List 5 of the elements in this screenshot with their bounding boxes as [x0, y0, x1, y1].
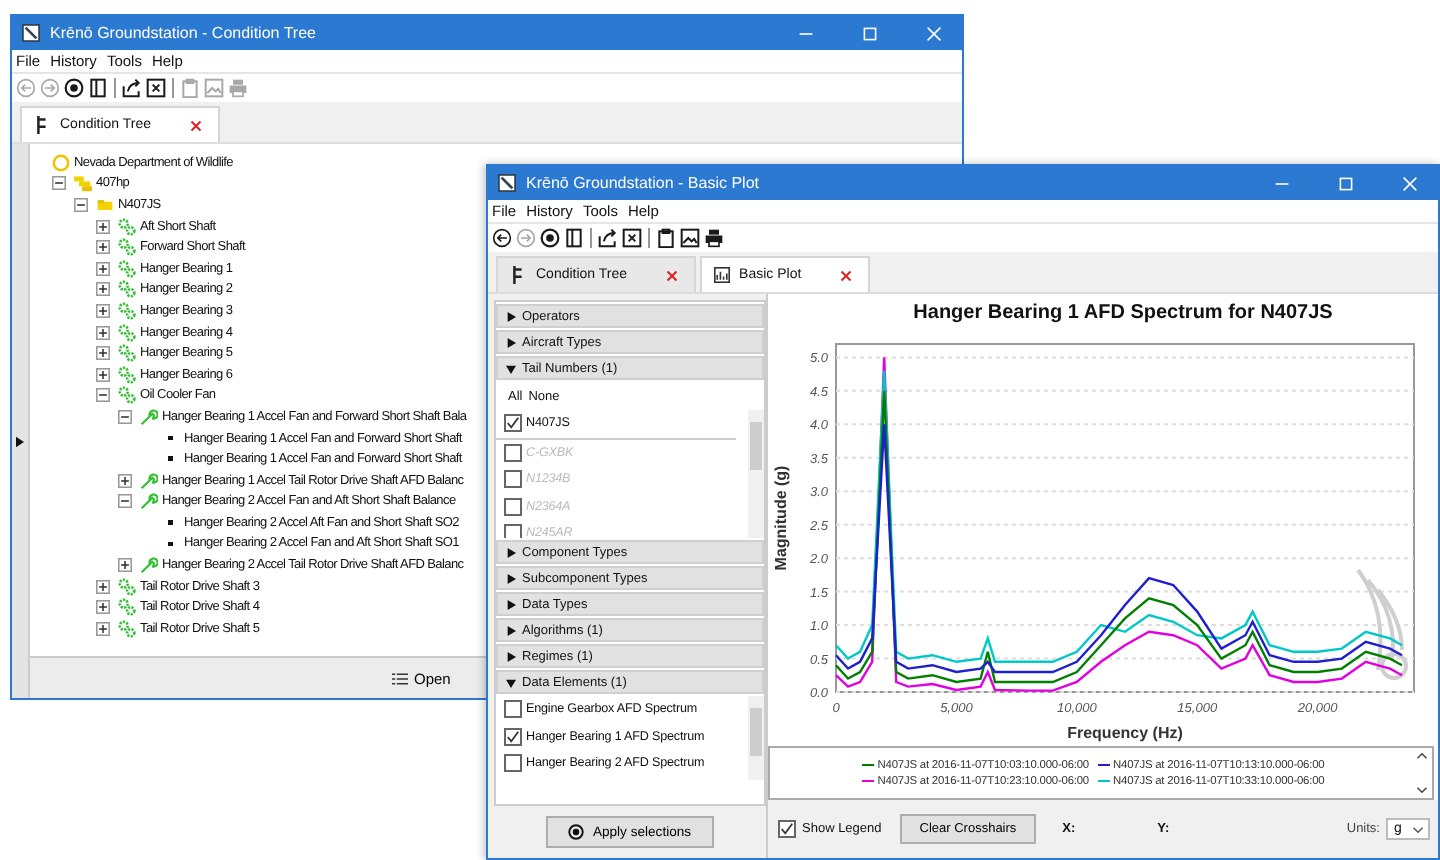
window-title: Krēnō Groundstation - Condition Tree [50, 24, 316, 42]
x-axis-label: Frequency (Hz) [1067, 724, 1183, 742]
window-title: Krēnō Groundstation - Basic Plot [526, 174, 760, 192]
chart-title: Hanger Bearing 1 AFD Spectrum for N407JS [911, 299, 1335, 327]
y-axis-label: Magnitude (g) [772, 465, 790, 571]
